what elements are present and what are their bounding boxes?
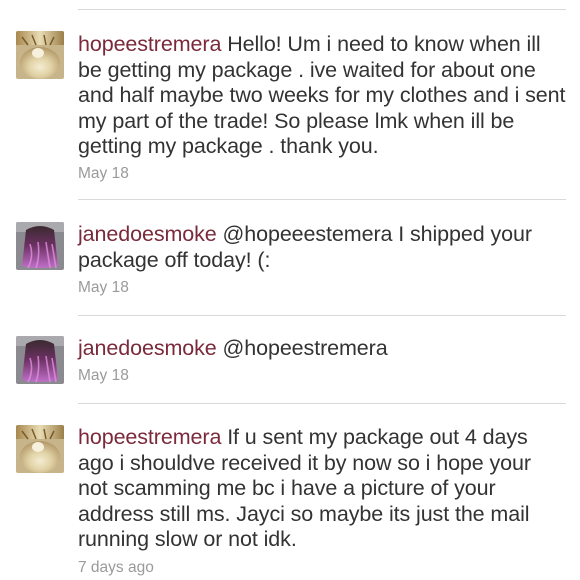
avatar[interactable] (16, 425, 64, 473)
tweet-username[interactable]: hopeestremera (78, 425, 221, 449)
avatar-image (16, 425, 64, 473)
tweet-body: janedoesmoke @hopeeestemera I shipped yo… (78, 222, 566, 273)
tweet-body: janedoesmoke @hopeestremera (78, 336, 566, 362)
tweet-text: @hopeestremera (222, 336, 388, 360)
tweet-timestamp[interactable]: May 18 (78, 367, 129, 385)
avatar-image (16, 222, 64, 270)
tweet-username[interactable]: hopeestremera (78, 32, 221, 56)
divider (78, 9, 566, 10)
avatar[interactable] (16, 336, 64, 384)
divider (78, 199, 566, 200)
avatar[interactable] (16, 222, 64, 270)
avatar[interactable] (16, 31, 64, 79)
tweet-username[interactable]: janedoesmoke (78, 222, 217, 246)
divider (78, 315, 566, 316)
avatar-image (16, 336, 64, 384)
avatar-image (16, 31, 64, 79)
tweet-username[interactable]: janedoesmoke (78, 336, 217, 360)
tweet-body: hopeestremera If u sent my package out 4… (78, 425, 566, 553)
tweet-timestamp[interactable]: May 18 (78, 165, 129, 183)
tweet-timestamp[interactable]: May 18 (78, 279, 129, 297)
tweet-feed: hopeestremera Hello! Um i need to know w… (0, 0, 580, 580)
divider (78, 403, 566, 404)
tweet-body: hopeestremera Hello! Um i need to know w… (78, 32, 566, 160)
tweet-timestamp[interactable]: 7 days ago (78, 559, 154, 577)
